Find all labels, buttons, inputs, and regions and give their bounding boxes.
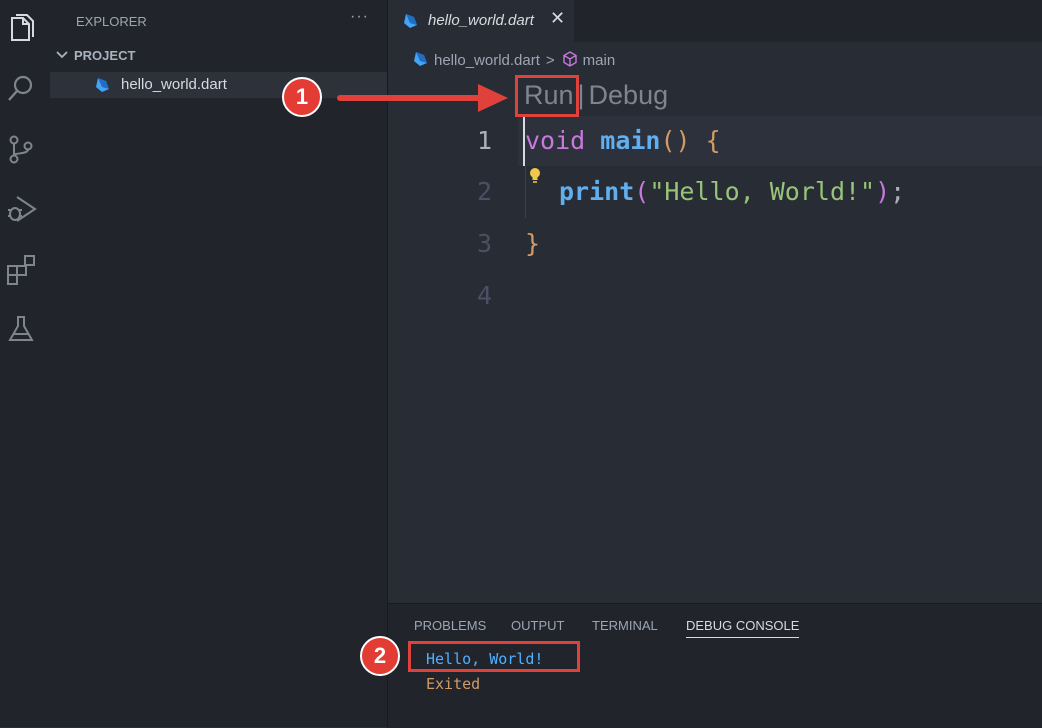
search-icon[interactable] — [4, 72, 38, 106]
tab-terminal[interactable]: TERMINAL — [592, 618, 658, 633]
code-token: { — [705, 126, 721, 155]
file-name: hello_world.dart — [121, 76, 227, 93]
tab-problems[interactable]: PROBLEMS — [414, 618, 486, 633]
code-token: main — [600, 126, 661, 155]
code-token: ) — [875, 177, 891, 206]
run-highlight-box — [515, 75, 579, 117]
breadcrumb-separator: > — [545, 52, 555, 69]
extensions-icon[interactable] — [4, 252, 38, 286]
code-token: ; — [890, 177, 906, 206]
indent-guide — [525, 166, 526, 218]
code-token: "Hello, World!" — [649, 177, 876, 206]
testing-icon[interactable] — [4, 312, 38, 346]
breadcrumb-symbol[interactable]: main — [583, 52, 616, 69]
project-section-header[interactable]: PROJECT — [56, 48, 135, 63]
explorer-title: EXPLORER — [76, 14, 147, 29]
line-number: 3 — [476, 229, 492, 258]
line-number: 2 — [476, 177, 492, 206]
console-output-line: Exited — [426, 675, 481, 693]
output-highlight-box — [408, 641, 580, 672]
lightbulb-icon[interactable] — [528, 167, 542, 185]
code-token: () — [660, 126, 691, 155]
more-actions-button[interactable]: ··· — [350, 8, 369, 26]
code-line-3[interactable]: } — [525, 229, 540, 258]
dart-file-icon — [414, 52, 427, 66]
code-line-2[interactable]: print("Hello, World!"); — [559, 177, 905, 206]
method-cube-icon — [562, 51, 577, 67]
dart-file-icon — [96, 78, 109, 92]
project-section-label: PROJECT — [74, 48, 136, 63]
files-icon[interactable] — [4, 12, 38, 46]
tab-output[interactable]: OUTPUT — [511, 618, 564, 633]
line-number: 1 — [476, 126, 492, 155]
arrow-icon — [337, 84, 508, 112]
step-badge-1: 1 — [282, 77, 322, 117]
tab-hello-world[interactable]: hello_world.dart ✕ — [388, 0, 574, 42]
source-control-icon[interactable] — [4, 132, 38, 166]
code-token: print — [559, 177, 635, 206]
close-icon[interactable]: ✕ — [550, 8, 565, 29]
tab-bar: hello_world.dart ✕ — [388, 0, 1042, 42]
code-token: ( — [634, 177, 650, 206]
line-number: 4 — [476, 281, 492, 310]
code-line-1[interactable]: void main() { — [525, 126, 721, 155]
chevron-down-icon — [56, 48, 70, 63]
step-badge-2: 2 — [360, 636, 400, 676]
debug-codelens-button[interactable]: Debug — [589, 80, 669, 110]
activity-bar — [0, 0, 50, 727]
run-debug-icon[interactable] — [4, 192, 38, 226]
code-token: } — [525, 229, 541, 258]
code-token: void — [525, 126, 586, 155]
tab-label: hello_world.dart — [428, 12, 534, 29]
dart-file-icon — [404, 14, 417, 28]
tab-debug-console[interactable]: DEBUG CONSOLE — [686, 618, 800, 638]
text-cursor — [523, 116, 525, 166]
breadcrumb: hello_world.dart > main — [412, 47, 615, 69]
breadcrumb-file[interactable]: hello_world.dart — [434, 52, 540, 69]
